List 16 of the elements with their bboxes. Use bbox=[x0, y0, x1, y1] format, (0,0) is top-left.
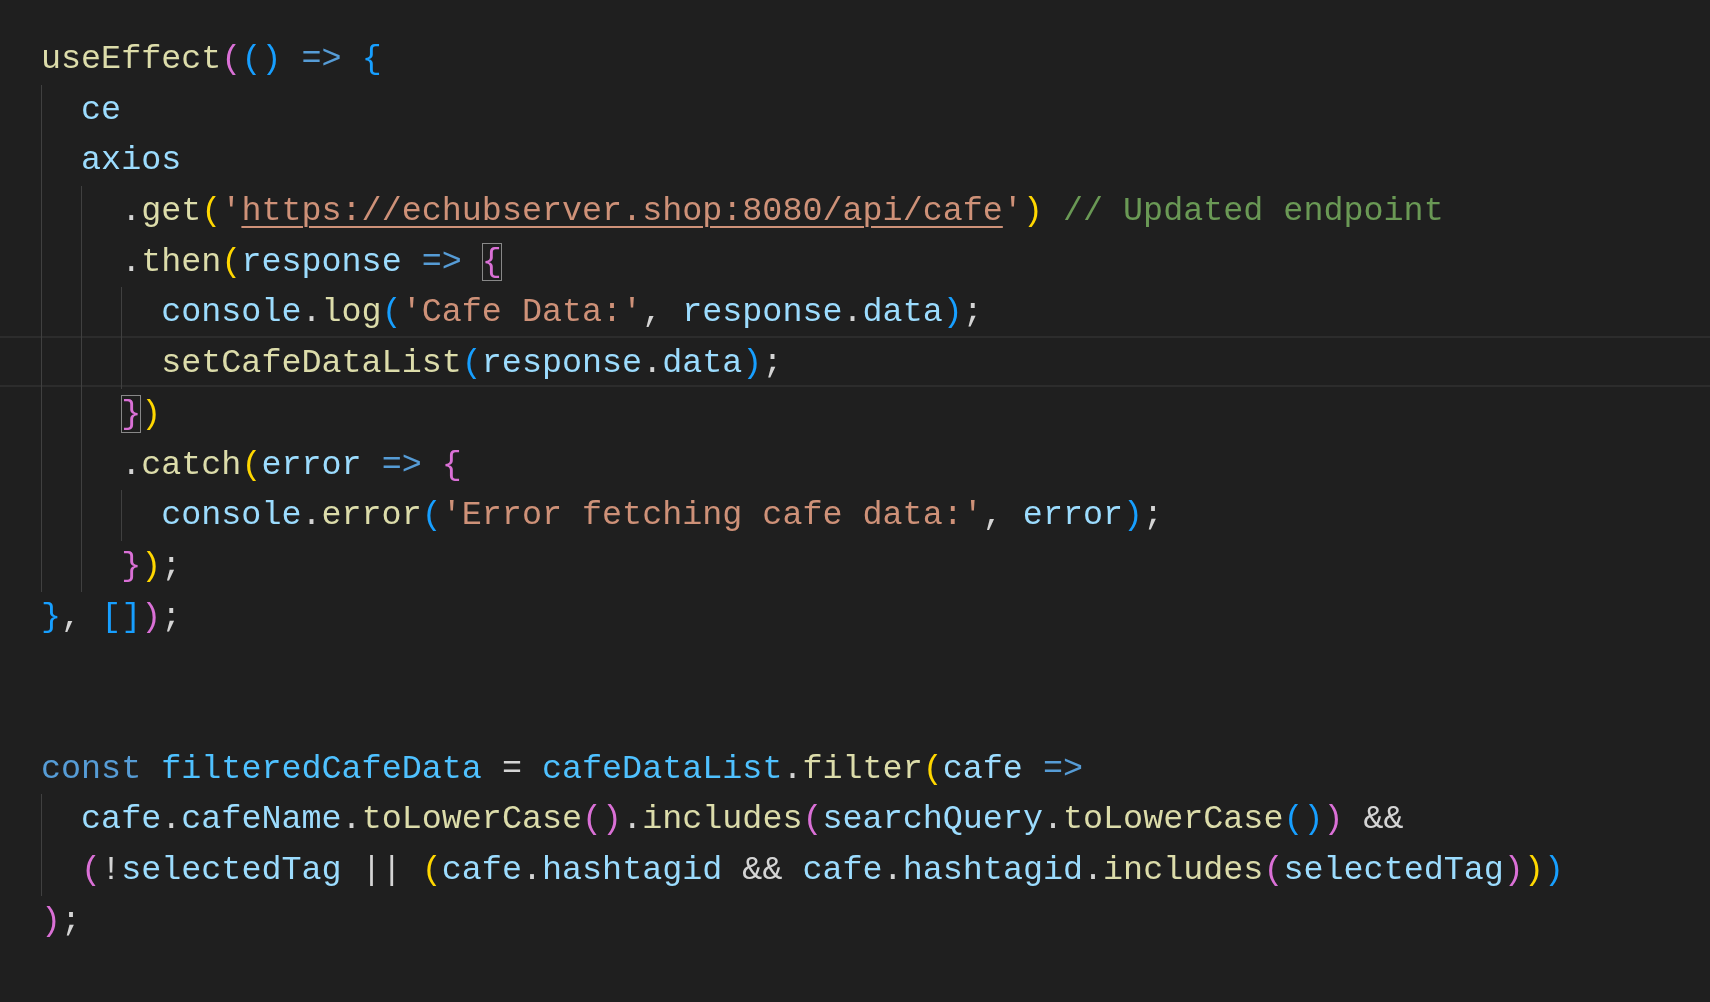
code-line: ce bbox=[0, 82, 1710, 134]
code-line: (!selectedTag || (cafe.hashtagid && cafe.hashtagid.includes(selectedTag))) bbox=[0, 843, 1710, 894]
code-line: useEffect(() => { bbox=[40, 39, 383, 80]
code-line: cafe.cafeName.toLowerCase().includes(searchQuery.toLowerCase()) && bbox=[0, 792, 1710, 843]
code-line: axios bbox=[0, 133, 1710, 185]
code-line: ); bbox=[40, 900, 83, 942]
code-line: console.log('Cafe Data:', response.data); bbox=[0, 285, 1710, 337]
code-line: }) bbox=[0, 386, 1710, 438]
code-line: console.error('Error fetching cafe data:', error); bbox=[0, 488, 1710, 539]
code-line: .catch(error => { bbox=[0, 437, 1710, 489]
code-line: .then(response => { bbox=[0, 234, 1710, 286]
code-line: setCafeDataList(response.data); bbox=[0, 336, 1710, 387]
code-line: .get('https://echubserver.shop:8080/api/cafe') // Updated endpoint bbox=[0, 184, 1710, 235]
code-line: }, []); bbox=[40, 596, 183, 638]
code-line: const filteredCafeData = cafeDataList.filter(cafe => bbox=[40, 748, 1085, 790]
code-line: }); bbox=[0, 538, 1710, 590]
